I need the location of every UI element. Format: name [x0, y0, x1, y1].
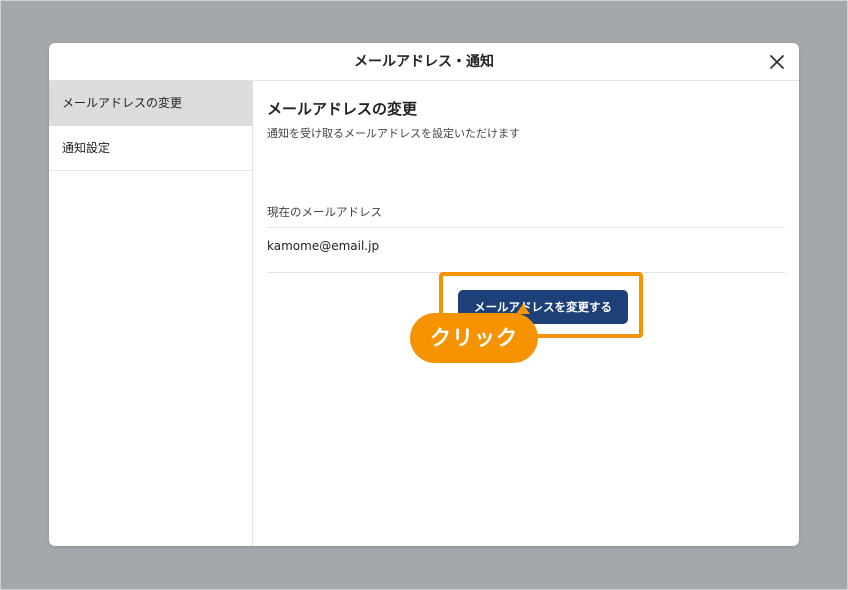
current-email-label: 現在のメールアドレス [267, 205, 382, 219]
click-callout: クリック [410, 313, 538, 363]
callout-text: クリック [430, 326, 518, 350]
close-button[interactable] [767, 52, 787, 72]
sidebar: メールアドレスの変更 通知設定 [49, 81, 253, 546]
field-divider [267, 227, 785, 228]
modal-title: メールアドレス・通知 [354, 54, 494, 70]
sidebar-item-email-change[interactable]: メールアドレスの変更 [49, 81, 252, 126]
current-email-value: kamome@email.jp [267, 239, 380, 253]
sidebar-item-notification-settings[interactable]: 通知設定 [49, 126, 252, 171]
sidebar-item-label: メールアドレスの変更 [62, 96, 183, 110]
sidebar-item-label: 通知設定 [62, 141, 111, 155]
close-icon [770, 55, 784, 69]
section-title: メールアドレスの変更 [267, 100, 418, 118]
settings-modal: メールアドレス・通知 メールアドレスの変更 通知設定 メールアドレスの変更 通知… [49, 43, 799, 546]
section-description: 通知を受け取るメールアドレスを設定いただけます [267, 127, 520, 140]
modal-header: メールアドレス・通知 [49, 43, 799, 81]
